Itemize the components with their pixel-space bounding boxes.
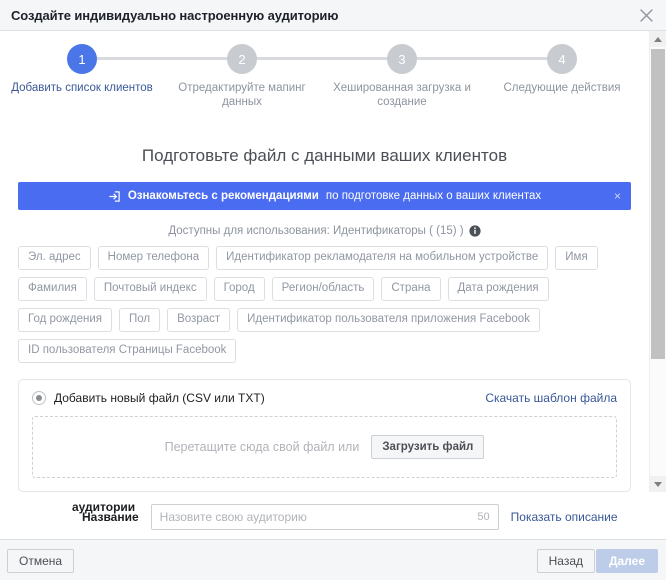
identifier-tag: Эл. адрес — [18, 246, 91, 270]
stepper-step-3-number: 3 — [398, 51, 406, 67]
arrow-into-box-icon — [108, 190, 121, 203]
identifier-tag: Номер телефона — [97, 246, 210, 270]
identifiers-heading-text: Доступны для использования: Идентификато… — [168, 225, 464, 237]
stepper-step-2-number: 2 — [238, 51, 246, 67]
identifier-tag: Год рождения — [18, 308, 112, 332]
caret-down-icon[interactable] — [650, 476, 666, 492]
identifier-tag: Идентификатор пользователя приложения Fa… — [237, 308, 540, 332]
file-upload-card: Добавить новый файл (CSV или TXT) Скачат… — [18, 379, 631, 492]
dialog-header: Создайте индивидуально настроенную аудит… — [0, 0, 666, 31]
identifier-tag: Город — [213, 277, 265, 301]
back-button[interactable]: Назад — [536, 549, 595, 573]
radio-add-new-file[interactable]: Добавить новый файл (CSV или TXT) — [32, 391, 265, 405]
identifier-tag-list: Эл. адрес Номер телефона Идентификатор р… — [18, 246, 631, 363]
stepper-step-1[interactable]: 1 Добавить список клиентов — [2, 44, 162, 95]
identifier-tag: Почтовый индекс — [93, 277, 207, 301]
identifier-tag: Фамилия — [18, 277, 87, 301]
stepper-step-2-label: Отредактируйте мапинг данных — [178, 82, 306, 108]
show-description-link[interactable]: Показать описание — [511, 510, 618, 524]
recommendations-banner[interactable]: Ознакомьтесь с рекомендациями по подгото… — [18, 182, 631, 210]
info-icon[interactable] — [469, 225, 481, 237]
download-template-link[interactable]: Скачать шаблон файла — [485, 391, 617, 405]
stepper-step-4-circle: 4 — [547, 44, 577, 74]
dropzone-text: Перетащите сюда свой файл или — [164, 440, 360, 454]
identifiers-heading: Доступны для использования: Идентификато… — [0, 225, 649, 237]
audience-name-input-wrapper[interactable]: 50 — [150, 504, 499, 530]
identifier-tag: Дата рождения — [447, 277, 549, 301]
custom-audience-dialog: Создайте индивидуально настроенную аудит… — [0, 0, 666, 580]
identifier-tag: Идентификатор рекламодателя на мобильном… — [216, 246, 549, 270]
banner-rest-text: по подготовке данных о ваших клиентах — [325, 190, 542, 202]
radio-icon — [32, 391, 46, 405]
page-title: Подготовьте файл с данными ваших клиенто… — [141, 146, 508, 165]
stepper-connector — [82, 57, 243, 60]
stepper-step-4-number: 4 — [558, 51, 566, 67]
stray-audience-text: аудитории — [72, 500, 136, 514]
dialog-title: Создайте индивидуально настроенную аудит… — [11, 7, 339, 23]
radio-add-new-file-label: Добавить новый файл (CSV или TXT) — [54, 391, 265, 405]
stepper-step-2-circle: 2 — [227, 44, 257, 74]
identifier-tag: Пол — [118, 308, 161, 332]
stepper-step-3-circle: 3 — [387, 44, 417, 74]
banner-close-icon[interactable]: × — [614, 190, 621, 202]
dialog-scroll-area: 1 Добавить список клиентов 2 Отредактиру… — [0, 31, 666, 492]
scrollbar-thumb[interactable] — [651, 49, 665, 359]
identifier-tag: ID пользователя Страницы Facebook — [18, 339, 237, 363]
scrollbar-track[interactable] — [650, 47, 666, 476]
banner-strong-text: Ознакомьтесь с рекомендациями — [127, 190, 319, 202]
identifier-tag: Страна — [381, 277, 441, 301]
stepper-step-3-label: Хешированная загрузка и создание — [333, 82, 471, 108]
stepper-step-1-label: Добавить список клиентов — [11, 82, 153, 94]
banner-content: Ознакомьтесь с рекомендациями по подгото… — [108, 190, 541, 203]
upload-file-button[interactable]: Загрузить файл — [371, 435, 485, 459]
cancel-button[interactable]: Отмена — [7, 549, 75, 573]
stepper-connector — [242, 57, 403, 60]
close-icon[interactable] — [636, 5, 657, 26]
identifier-tag: Возраст — [167, 308, 231, 332]
next-button[interactable]: Далее — [595, 549, 658, 573]
stepper-step-1-number: 1 — [78, 51, 86, 67]
stepper-step-1-circle: 1 — [67, 44, 97, 74]
dialog-footer: аудитории Отмена Назад Далее — [0, 500, 666, 580]
identifier-tag: Имя — [555, 246, 598, 270]
stepper-connector — [402, 57, 563, 60]
dialog-content: 1 Добавить список клиентов 2 Отредактиру… — [0, 44, 649, 492]
vertical-scrollbar[interactable] — [649, 31, 666, 492]
stepper-step-2[interactable]: 2 Отредактируйте мапинг данных — [162, 44, 322, 109]
stepper-step-4[interactable]: 4 Следующие действия — [482, 44, 642, 95]
file-dropzone[interactable]: Перетащите сюда свой файл или Загрузить … — [32, 416, 617, 478]
audience-name-input[interactable] — [151, 505, 498, 529]
upload-card-header: Добавить новый файл (CSV или TXT) Скачат… — [32, 391, 617, 405]
caret-up-icon[interactable] — [650, 31, 666, 47]
stepper-step-3[interactable]: 3 Хешированная загрузка и создание — [322, 44, 482, 109]
progress-stepper: 1 Добавить список клиентов 2 Отредактиру… — [0, 44, 649, 136]
identifier-tag: Регион/область — [271, 277, 375, 301]
stepper-step-4-label: Следующие действия — [503, 82, 621, 94]
